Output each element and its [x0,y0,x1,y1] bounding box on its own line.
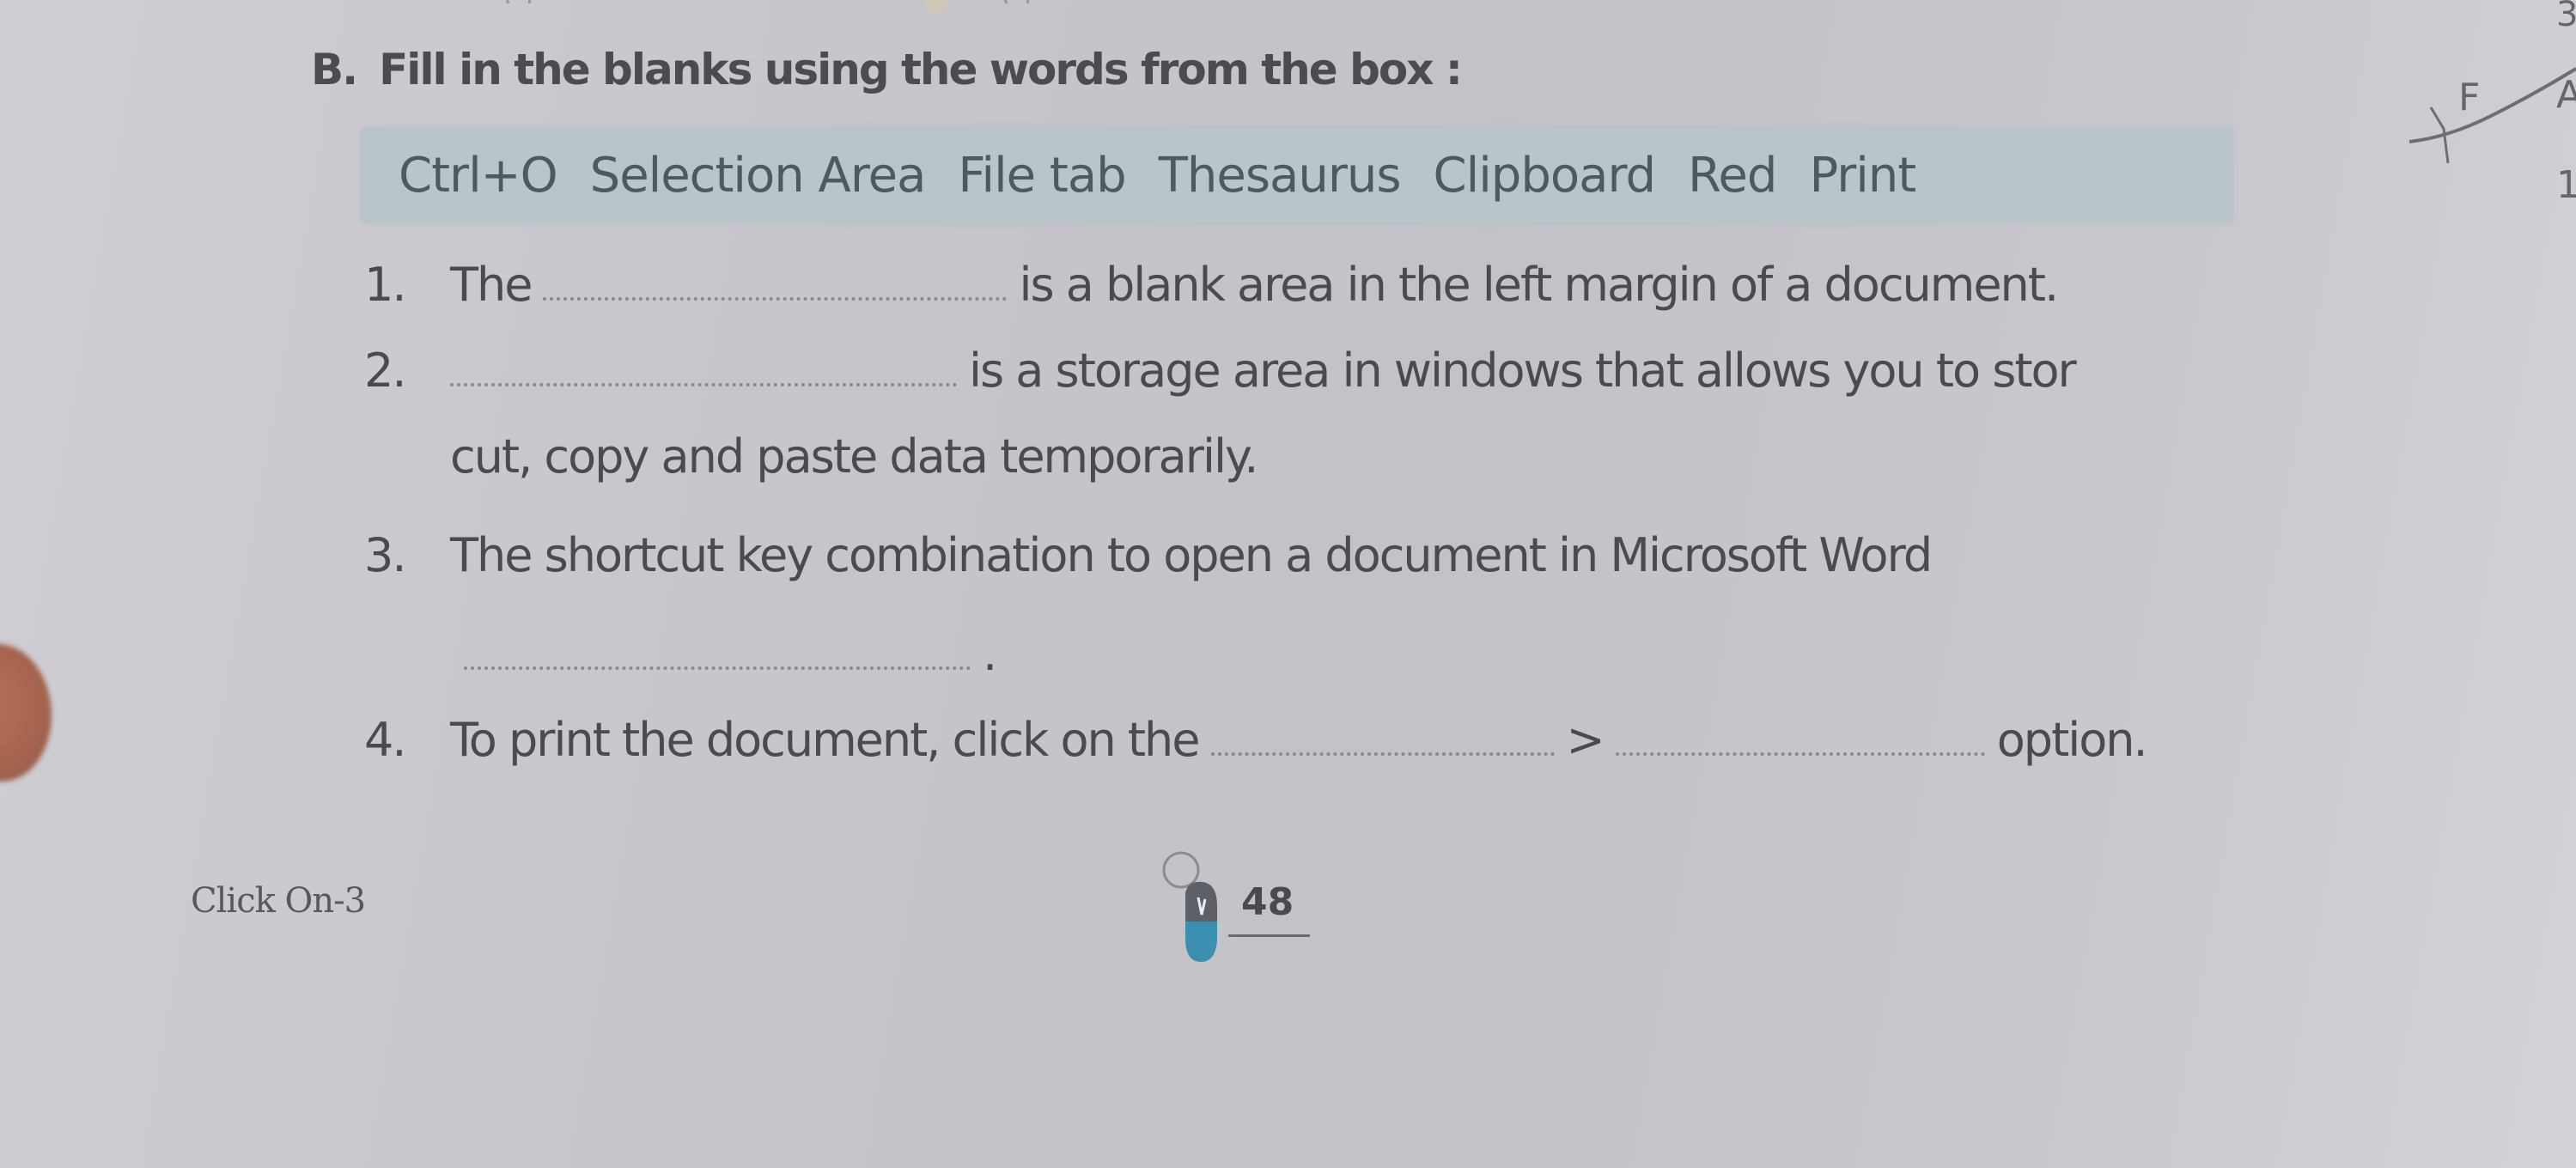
question-number: 2. [364,344,407,398]
answer-blank[interactable] [543,289,1008,301]
exercise-heading: B. Fill in the blanks using the words fro… [311,45,1463,94]
margin-letter: A [2556,73,2576,117]
word-box-item: File tab [958,147,1126,204]
question-number: 3. [364,528,407,582]
question-text-before: The [450,258,533,312]
question-text-before: The shortcut key combination to open a d… [450,528,1933,582]
textbook-page: B. Fill in the blanks using the words fro… [0,0,2576,1168]
page-number-underline [1228,934,1310,937]
question-text-after: option. [1996,713,2148,767]
word-box: Ctrl+O Selection Area File tab Thesaurus… [361,127,2233,223]
question-2: 2. is a storage area in windows that allo… [364,344,2077,398]
page-number: 48 [1241,880,1294,924]
exercise-label: B. [311,45,358,94]
answer-blank[interactable] [464,658,971,670]
question-number: 1. [364,258,407,312]
answer-blank[interactable] [1210,744,1555,756]
separator: > [1566,713,1605,767]
word-box-item: Thesaurus [1158,147,1402,204]
book-title: Click On-3 [191,881,366,921]
word-box-item: Print [1809,147,1916,204]
finger-in-frame [0,644,52,782]
exercise-title: Fill in the blanks using the words from … [379,45,1463,94]
cut-off-text-fragment [505,0,1030,14]
question-4: 4. To print the document, click on the > op… [364,713,2148,767]
question-text-after: is a blank area in the left margin of a … [1019,258,2059,312]
question-3: 3. The shortcut key combination to open a… [364,528,1933,582]
page-number-badge: 48 [1155,846,1327,966]
answer-blank[interactable] [1615,744,1985,756]
word-box-item: Selection Area [589,147,927,204]
question-2-continuation: cut, copy and paste data temporarily. [450,429,1258,484]
question-3-answer-line: . [464,627,997,681]
margin-number: 1 [2556,163,2576,207]
question-number: 4. [364,713,407,767]
word-box-item: Red [1688,147,1777,204]
margin-number: 3 [2556,0,2576,34]
word-box-item: Ctrl+O [399,147,558,204]
margin-letter: F [2458,76,2480,119]
blank-suffix: . [983,627,997,681]
question-text-after: is a storage area in windows that allows… [969,344,2077,398]
word-box-item: Clipboard [1433,147,1656,204]
question-1: 1. The is a blank area in the left margin … [364,258,2059,312]
handwritten-margin-marks: F A 3 1 [2409,0,2576,207]
question-text-before: To print the document, click on the [450,713,1200,767]
mouse-icon [1162,851,1217,962]
answer-blank[interactable] [450,374,957,386]
